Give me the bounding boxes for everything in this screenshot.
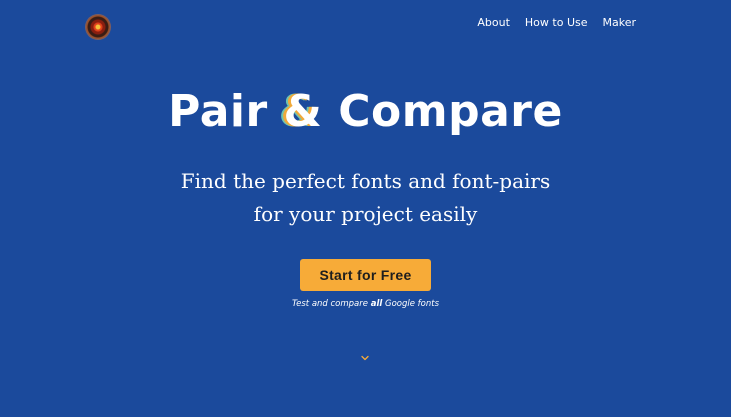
start-for-free-button[interactable]: Start for Free bbox=[300, 259, 431, 291]
hero-subtitle: Find the perfect fonts and font-pairs fo… bbox=[0, 165, 731, 231]
hero-title-part2: Compare bbox=[322, 86, 563, 137]
nav-link-maker[interactable]: Maker bbox=[603, 15, 637, 31]
ampersand-logo: & bbox=[283, 86, 323, 137]
subtitle-line-2: for your project easily bbox=[253, 202, 478, 226]
logo-icon[interactable] bbox=[86, 15, 110, 39]
note-text-end: Google fonts bbox=[382, 299, 440, 309]
hero-title-part1: Pair bbox=[168, 86, 284, 137]
chevron-down-icon[interactable] bbox=[359, 352, 371, 364]
hero-title: Pair & Compare bbox=[0, 80, 731, 144]
note-text-bold: all bbox=[370, 299, 383, 309]
note-text-start: Test and compare bbox=[291, 299, 371, 309]
nav-link-about[interactable]: About bbox=[477, 15, 510, 31]
top-nav: About How to Use Maker bbox=[477, 15, 636, 31]
cta-note: Test and compare all Google fonts bbox=[0, 297, 731, 311]
subtitle-line-1: Find the perfect fonts and font-pairs bbox=[180, 169, 551, 193]
nav-link-how-to-use[interactable]: How to Use bbox=[525, 15, 588, 31]
